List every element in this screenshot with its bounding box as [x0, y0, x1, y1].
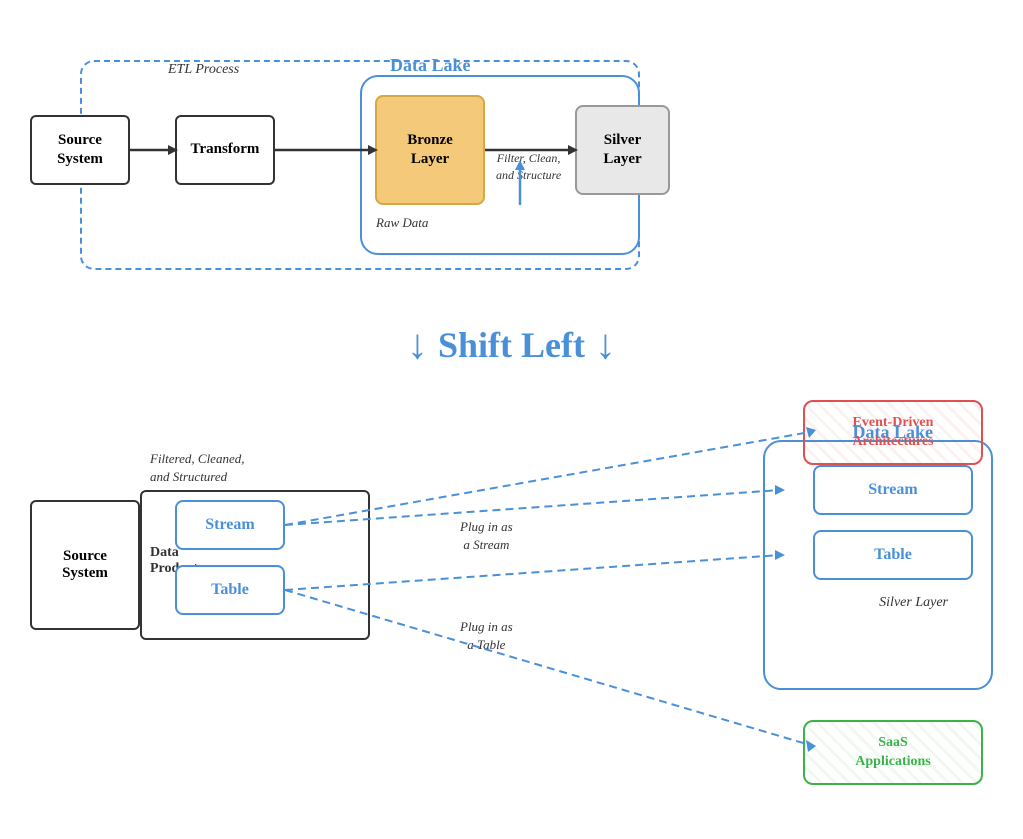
- source-system-box-bottom: SourceSystem: [30, 500, 140, 630]
- plug-stream-label: Plug in asa Stream: [460, 518, 513, 554]
- stream-box-left: Stream: [175, 500, 285, 550]
- silver-layer-label-bottom: Silver Layer: [879, 595, 948, 611]
- bottom-section: Filtered, Cleaned,and Structured SourceS…: [20, 400, 1003, 820]
- stream-box-right: Stream: [813, 465, 973, 515]
- filter-label: Filter, Clean,and Structure: [496, 150, 561, 184]
- filtered-label: Filtered, Cleaned,and Structured: [150, 450, 244, 486]
- transform-box: Transform: [175, 115, 275, 185]
- table-box-right: Table: [813, 530, 973, 580]
- plug-table-label: Plug in asa Table: [460, 618, 513, 654]
- top-section: ETL Process Data Lake SourceSystem Trans…: [20, 30, 1003, 300]
- saas-box: SaaSApplications: [803, 720, 983, 785]
- silver-layer-box: SilverLayer: [575, 105, 670, 195]
- etl-process-label: ETL Process: [168, 62, 239, 78]
- table-box-left: Table: [175, 565, 285, 615]
- shift-left-text: ↓ Shift Left ↓: [407, 324, 616, 366]
- arrow-down-left: ↓: [407, 324, 428, 366]
- raw-data-label: Raw Data: [376, 215, 428, 231]
- event-driven-box: Event-DrivenArchitectures: [803, 400, 983, 465]
- source-system-box-top: SourceSystem: [30, 115, 130, 185]
- shift-left-section: ↓ Shift Left ↓: [0, 305, 1023, 385]
- bronze-layer-box: BronzeLayer: [375, 95, 485, 205]
- diagram-container: ETL Process Data Lake SourceSystem Trans…: [0, 0, 1023, 839]
- data-lake-label-top: Data Lake: [390, 55, 471, 76]
- arrow-down-right: ↓: [595, 324, 616, 366]
